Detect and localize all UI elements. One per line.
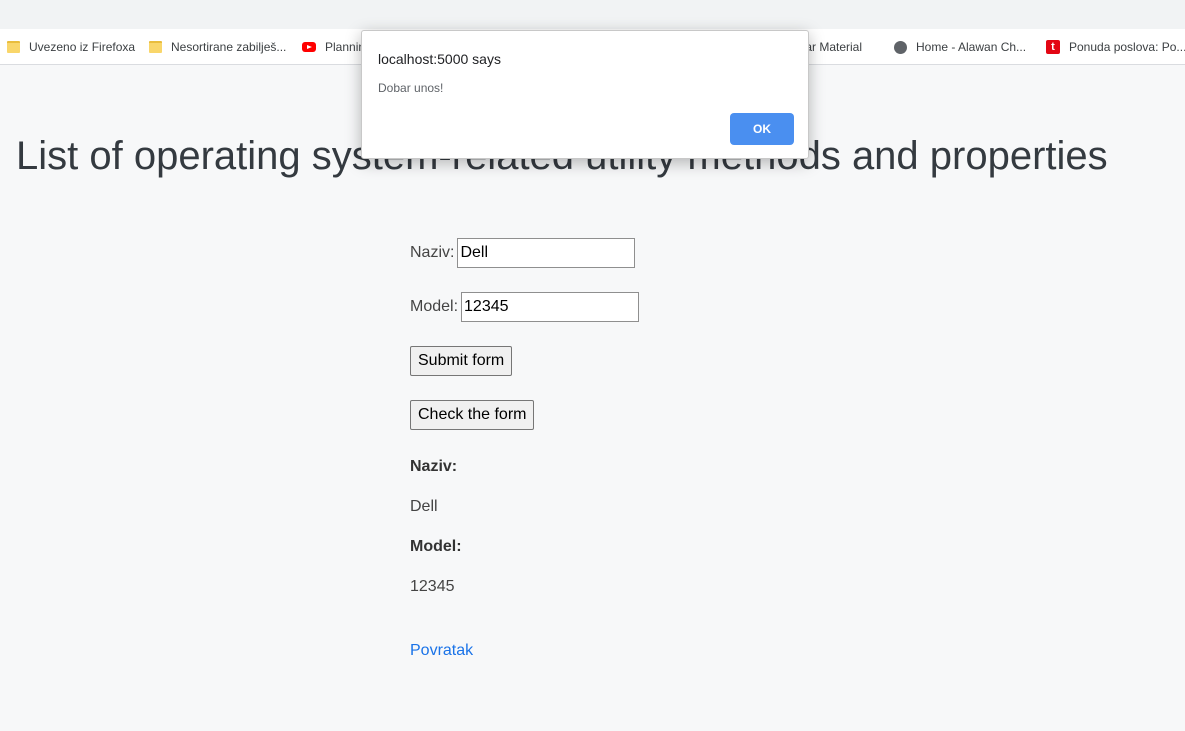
dialog-message: Dobar unos! xyxy=(378,81,444,95)
naziv-label: Naziv: xyxy=(410,244,455,261)
ok-button[interactable]: OK xyxy=(730,113,794,145)
model-row: Model: xyxy=(410,292,640,322)
bookmark-alawan[interactable]: Home - Alawan Ch... xyxy=(893,39,1026,55)
dialog-title: localhost:5000 says xyxy=(378,51,501,67)
bookmark-nesortirane[interactable]: Nesortirane zabilješ... xyxy=(148,39,286,55)
bookmark-uvezeno[interactable]: Uvezeno iz Firefoxa xyxy=(6,39,135,55)
tportal-icon: t xyxy=(1046,40,1060,54)
result-naziv-label: Naziv: xyxy=(410,458,458,475)
browser-top-strip xyxy=(0,0,1185,29)
model-label: Model: xyxy=(410,298,459,315)
folder-icon xyxy=(148,40,162,54)
naziv-input[interactable] xyxy=(457,238,636,268)
result-naziv-value: Dell xyxy=(410,498,438,515)
bookmark-ponuda-poslova[interactable]: t Ponuda poslova: Po... xyxy=(1046,39,1185,55)
bookmark-planning[interactable]: Plannin xyxy=(302,39,365,55)
bookmark-label: Home - Alawan Ch... xyxy=(916,40,1027,54)
naziv-row: Naziv: xyxy=(410,238,636,268)
bookmark-label: Plannin xyxy=(325,40,366,54)
check-row: Check the form xyxy=(410,400,535,430)
result-model-value: 12345 xyxy=(410,578,455,595)
submit-form-button[interactable]: Submit form xyxy=(410,346,513,376)
bookmark-label: Nesortirane zabilješ... xyxy=(171,40,287,54)
youtube-icon xyxy=(302,40,316,54)
bookmark-label: Uvezeno iz Firefoxa xyxy=(29,40,136,54)
model-input[interactable] xyxy=(461,292,640,322)
back-link[interactable]: Povratak xyxy=(410,642,473,660)
folder-icon xyxy=(6,40,20,54)
check-form-button[interactable]: Check the form xyxy=(410,400,535,430)
submit-row: Submit form xyxy=(410,346,513,376)
alert-dialog: localhost:5000 says Dobar unos! OK xyxy=(361,30,809,159)
result-model-label: Model: xyxy=(410,538,462,555)
globe-icon xyxy=(893,40,907,54)
bookmark-label: Ponuda poslova: Po... xyxy=(1069,40,1185,54)
